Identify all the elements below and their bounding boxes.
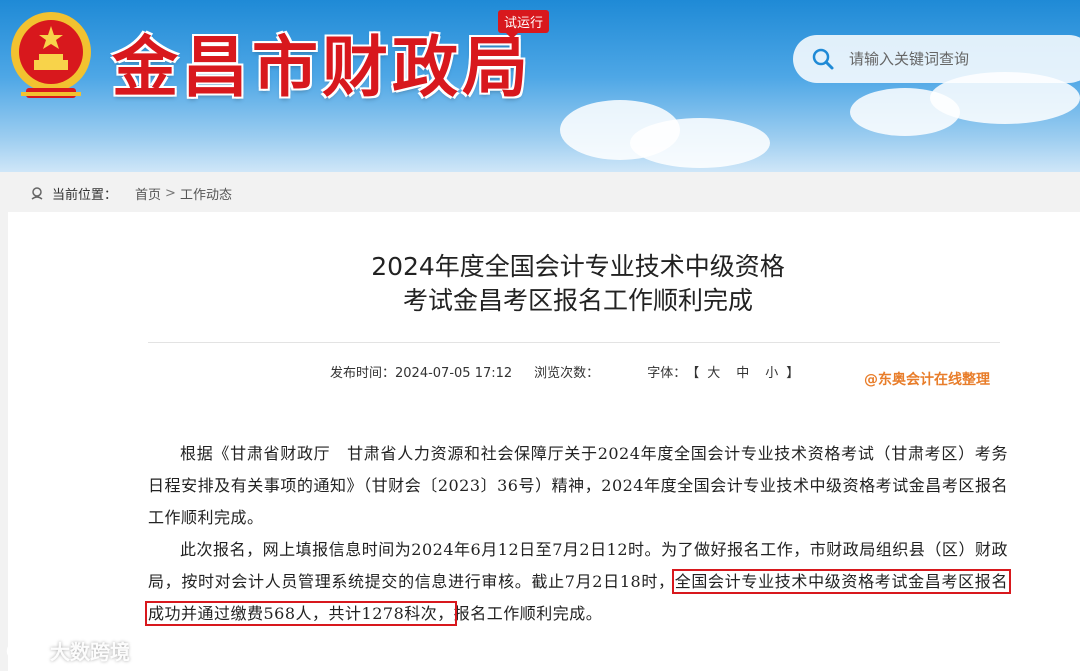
article-title: 2024年度全国会计专业技术中级资格 考试金昌考区报名工作顺利完成: [148, 250, 1008, 318]
breadcrumb-label: 当前位置：: [52, 187, 118, 203]
article-title-line2: 考试金昌考区报名工作顺利完成: [402, 286, 753, 315]
paragraph-text: 报名工作顺利完成。: [453, 604, 603, 623]
font-bracket-close: 】: [786, 366, 800, 381]
national-emblem-icon: [11, 12, 91, 98]
watermark-logo-icon: [6, 641, 45, 660]
breadcrumb: 当前位置： 首页 > 工作动态: [8, 176, 1080, 210]
site-title[interactable]: 金昌市财政局: [112, 14, 532, 110]
article-paragraph: 根据《甘肃省财政厅 甘肃省人力资源和社会保障厅关于2024年度全国会计专业技术资…: [148, 444, 1008, 527]
search-box[interactable]: [793, 35, 1080, 83]
breadcrumb-separator: >: [165, 185, 176, 201]
font-bracket-open: 【: [686, 366, 700, 381]
article-body: 根据《甘肃省财政厅 甘肃省人力资源和社会保障厅关于2024年度全国会计专业技术资…: [145, 438, 1011, 630]
location-icon: [31, 187, 43, 200]
article-meta: 发布时间：2024-07-05 17:12 浏览次数： 字体：【大 中 小】: [330, 362, 799, 381]
corner-watermark: 大数跨境: [6, 636, 130, 665]
font-size-label: 字体：: [647, 366, 687, 381]
font-size-control: 【大 中 小】: [686, 362, 799, 381]
views-label: 浏览次数：: [534, 366, 600, 381]
publish-label: 发布时间：: [330, 366, 396, 381]
breadcrumb-home-link[interactable]: 首页: [135, 184, 161, 203]
font-small-button[interactable]: 小: [765, 366, 778, 381]
font-medium-button[interactable]: 中: [736, 366, 749, 381]
article-container: 2024年度全国会计专业技术中级资格 考试金昌考区报名工作顺利完成 发布时间：2…: [8, 212, 1080, 671]
publish-time: 2024-07-05 17:12: [395, 366, 513, 381]
trial-badge: 试运行: [498, 10, 550, 39]
site-banner: 金昌市财政局 试运行: [0, 0, 1080, 172]
source-note: @东奥会计在线整理: [864, 372, 990, 388]
font-large-button[interactable]: 大: [707, 366, 720, 381]
breadcrumb-news-link[interactable]: 工作动态: [180, 184, 232, 203]
article-title-line1: 2024年度全国会计专业技术中级资格: [371, 252, 785, 281]
watermark-text: 大数跨境: [50, 640, 130, 664]
article-paragraph: 此次报名，网上填报信息时间为2024年6月12日至7月2日12时。为了做好报名工…: [145, 534, 1011, 630]
title-divider: [148, 342, 1000, 343]
search-icon[interactable]: [811, 47, 835, 71]
search-input[interactable]: [849, 50, 1049, 68]
